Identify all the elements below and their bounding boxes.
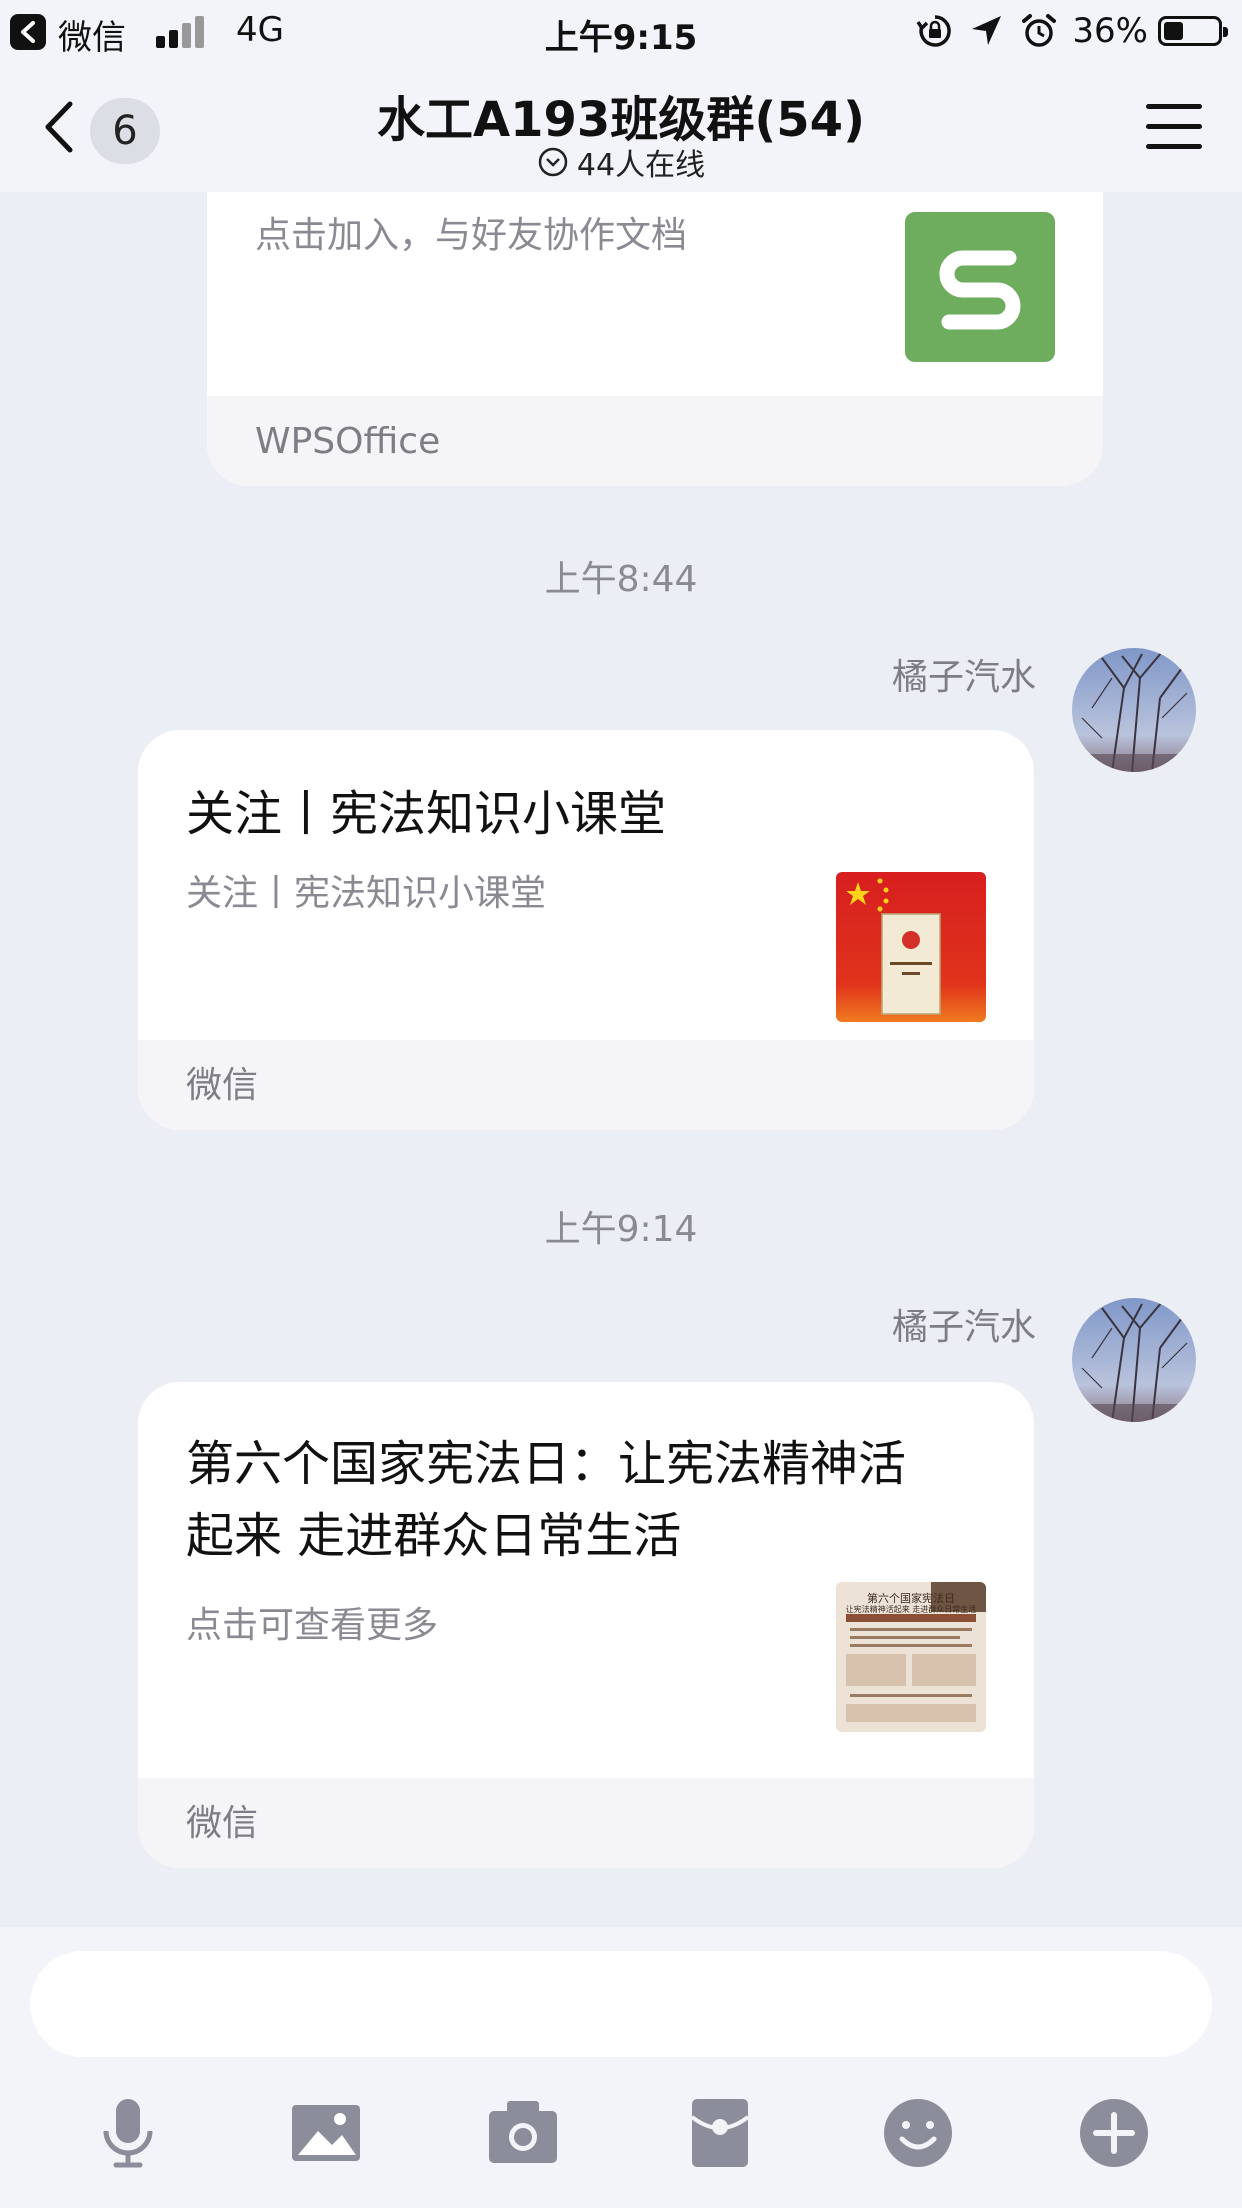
plus-icon[interactable] — [1074, 2093, 1154, 2173]
chevron-down-circle-icon — [538, 147, 568, 177]
menu-icon[interactable] — [1146, 102, 1202, 152]
article-title: 关注丨宪法知识小课堂 — [186, 786, 667, 842]
camera-icon[interactable] — [483, 2093, 563, 2173]
article-title-line-1: 第六个国家宪法日：让宪法精神活 — [186, 1436, 907, 1492]
alarm-icon — [1022, 14, 1057, 47]
chat-header: 6 水工A193班级群(54) 44人在线 — [0, 62, 1242, 192]
status-bar: 微信 4G 上午9:15 36% — [0, 0, 1242, 62]
emoji-icon[interactable] — [878, 2093, 958, 2173]
article-source: 微信 — [138, 1778, 1034, 1868]
battery-percent: 36% — [1072, 11, 1148, 51]
timestamp: 上午8:44 — [544, 559, 698, 600]
wps-card-desc: 点击加入，与好友协作文档 — [255, 215, 688, 256]
sender-name: 橘子汽水 — [891, 1307, 1036, 1348]
wps-logo-icon — [905, 212, 1055, 362]
article-card[interactable]: 第六个国家宪法日：让宪法精神活 起来 走进群众日常生活 点击可查看更多 第六个国… — [138, 1382, 1034, 1868]
avatar[interactable] — [1072, 1298, 1196, 1422]
battery-level — [1164, 22, 1183, 40]
wps-share-card[interactable]: 点击加入，与好友协作文档 WPSOffice — [207, 192, 1103, 486]
sender-name: 橘子汽水 — [891, 657, 1036, 698]
article-desc: 点击可查看更多 — [186, 1605, 439, 1646]
thumbnail-subtitle: 让宪法精神活起来 走进群众日常生活 — [845, 1605, 977, 1614]
message-input[interactable] — [30, 1951, 1212, 2057]
article-title-line-2: 起来 走进群众日常生活 — [186, 1508, 682, 1564]
online-count: 44人在线 — [576, 148, 706, 183]
avatar[interactable] — [1072, 648, 1196, 772]
article-card[interactable]: 关注丨宪法知识小课堂 关注丨宪法知识小课堂 微信 — [138, 730, 1034, 1130]
message-list[interactable]: 点击加入，与好友协作文档 WPSOffice 上午8:44 橘子汽水 关注丨宪法… — [0, 192, 1242, 1927]
article-thumbnail — [836, 872, 986, 1022]
online-status[interactable]: 44人在线 — [0, 140, 1242, 184]
timestamp: 上午9:14 — [544, 1209, 698, 1250]
microphone-icon[interactable] — [88, 2093, 168, 2173]
battery-icon — [1158, 16, 1228, 46]
orientation-lock-icon — [916, 15, 952, 47]
input-toolbar — [0, 1927, 1242, 2208]
article-source: 微信 — [138, 1040, 1034, 1130]
article-desc: 关注丨宪法知识小课堂 — [186, 873, 547, 914]
red-packet-icon[interactable] — [680, 2093, 760, 2173]
image-icon[interactable] — [286, 2093, 366, 2173]
article-thumbnail: 第六个国家宪法日 让宪法精神活起来 走进群众日常生活 — [836, 1582, 986, 1732]
wps-card-source: WPSOffice — [207, 396, 1103, 486]
location-arrow-icon — [972, 16, 1002, 45]
